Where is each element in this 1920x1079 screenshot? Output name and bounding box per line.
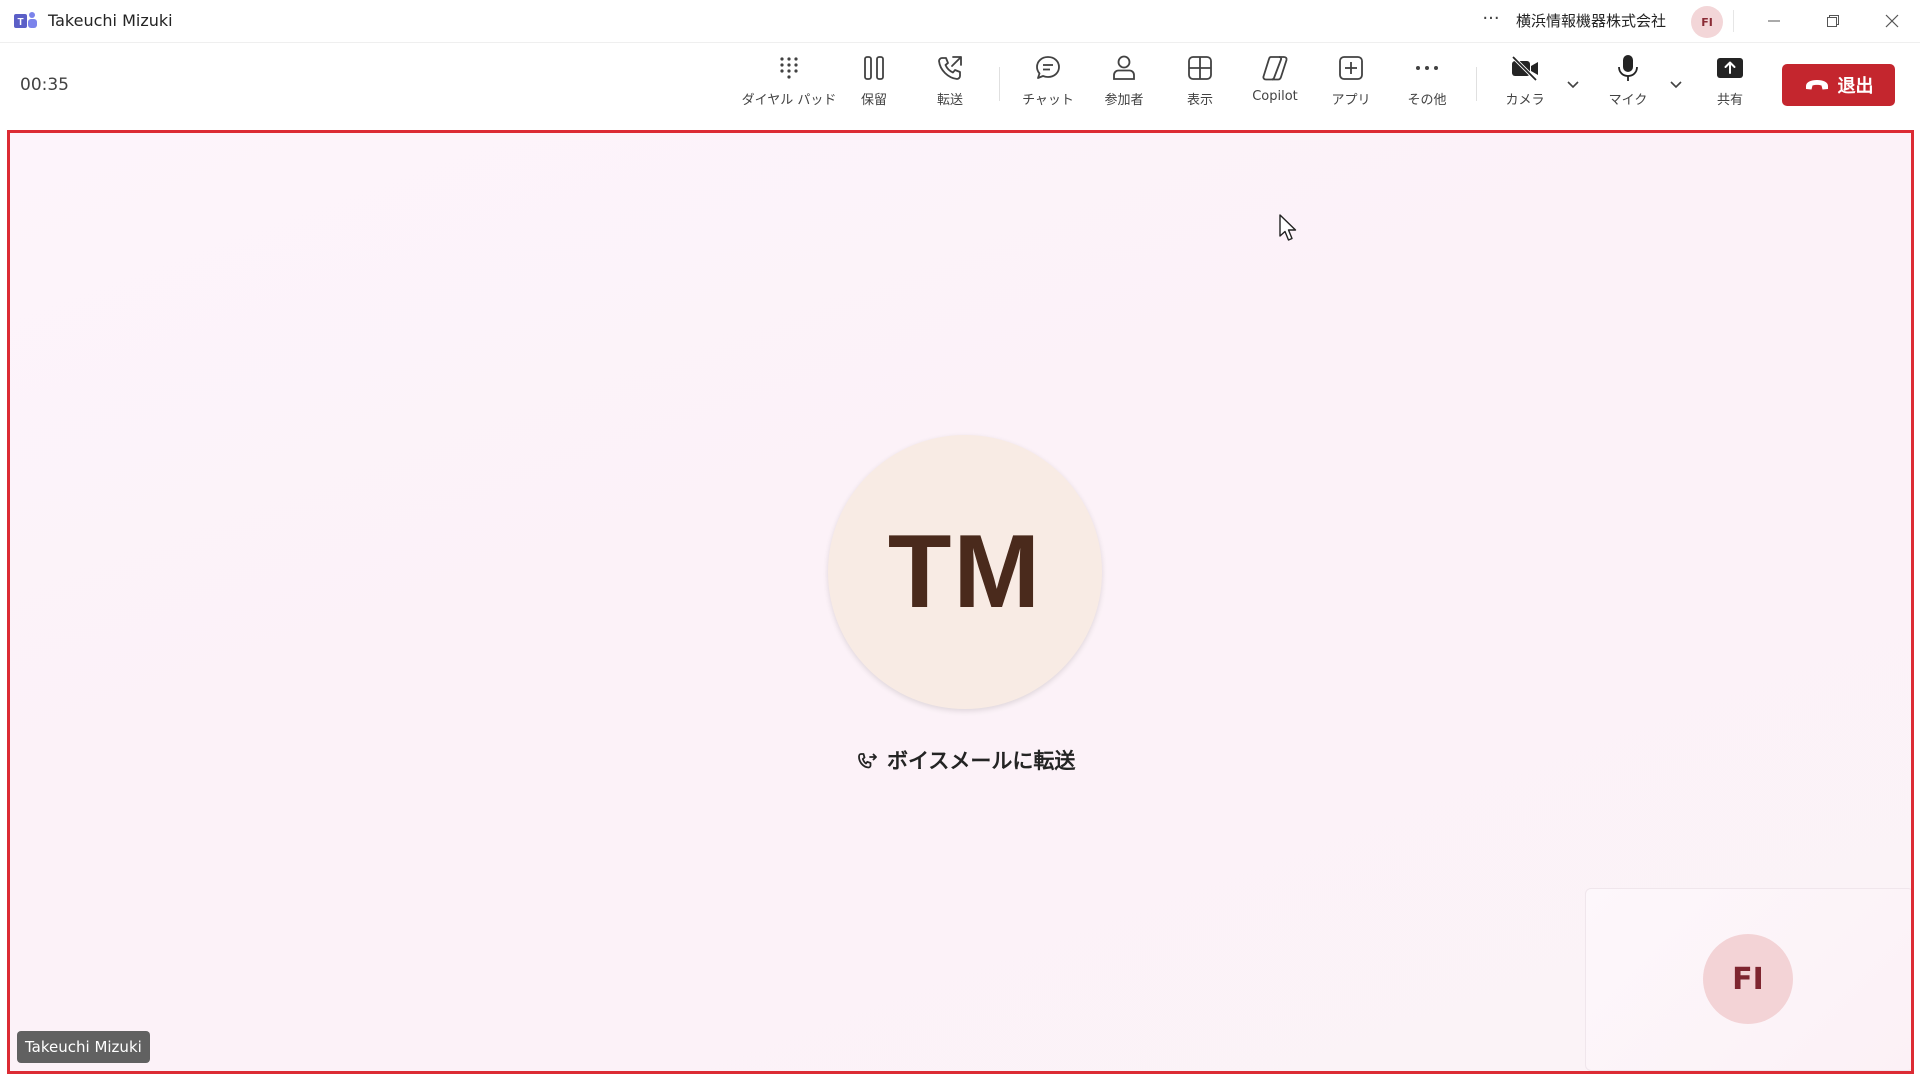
share-screen-icon [1717, 58, 1743, 78]
mouse-cursor-icon [1279, 214, 1297, 241]
person-icon [1113, 55, 1135, 80]
teams-logo-icon: T [14, 12, 37, 28]
copilot-icon [1262, 56, 1288, 81]
toolbar-divider [1476, 67, 1477, 101]
call-timer: 00:35 [20, 75, 69, 95]
user-avatar[interactable]: FI [1691, 6, 1723, 38]
chat-icon [1036, 56, 1060, 79]
title-divider [1733, 10, 1734, 32]
call-stage[interactable]: TM ボイスメールに転送 Takeuchi Mizuki FI [7, 130, 1914, 1074]
org-name[interactable]: 横浜情報機器株式会社 [1516, 10, 1666, 31]
minimize-button[interactable] [1754, 6, 1794, 36]
microphone-icon [1618, 55, 1638, 81]
more-button[interactable]: その他 [1384, 53, 1470, 119]
microphone-button[interactable]: マイク [1585, 53, 1671, 119]
camera-label: カメラ [1505, 93, 1545, 108]
chevron-down-icon [1670, 81, 1682, 89]
restore-button[interactable] [1813, 6, 1853, 36]
microphone-options-button[interactable] [1665, 71, 1687, 97]
call-status-text: ボイスメールに転送 [887, 749, 1076, 773]
participant-initials: TM [887, 513, 1043, 630]
more-label: その他 [1407, 93, 1447, 108]
title-more-icon[interactable]: ··· [1478, 8, 1504, 34]
leave-button[interactable]: 退出 [1782, 64, 1895, 106]
share-label: 共有 [1716, 93, 1743, 108]
copilot-label: Copilot [1252, 89, 1298, 104]
close-icon [1885, 14, 1899, 28]
chevron-down-icon [1567, 81, 1579, 89]
hold-label: 保留 [860, 93, 887, 108]
dialpad-button[interactable]: ダイヤル パッド [742, 53, 836, 119]
microphone-label: マイク [1608, 93, 1648, 108]
copilot-button[interactable]: Copilot [1232, 53, 1318, 119]
share-button[interactable]: 共有 [1687, 53, 1773, 119]
participants-button[interactable]: 参加者 [1081, 53, 1167, 119]
view-button[interactable]: 表示 [1157, 53, 1243, 119]
svg-text:T: T [17, 17, 23, 28]
add-app-icon [1339, 56, 1363, 80]
dialpad-label: ダイヤル パッド [741, 93, 837, 108]
phone-transfer-icon [938, 56, 962, 80]
participant-avatar: TM [828, 435, 1102, 709]
call-status: ボイスメールに転送 [857, 745, 1075, 775]
call-forward-icon [858, 753, 877, 769]
apps-button[interactable]: アプリ [1308, 53, 1394, 119]
leave-label: 退出 [1837, 76, 1874, 97]
transfer-button[interactable]: 転送 [907, 53, 993, 119]
pause-icon [864, 56, 884, 80]
apps-label: アプリ [1331, 93, 1371, 108]
close-button[interactable] [1872, 6, 1912, 36]
participant-name-tag: Takeuchi Mizuki [17, 1031, 150, 1063]
chat-label: チャット [1022, 93, 1074, 108]
transfer-label: 転送 [936, 93, 963, 108]
minimize-icon [1768, 20, 1780, 22]
chat-button[interactable]: チャット [1005, 53, 1091, 119]
self-video-tile[interactable]: FI [1585, 888, 1911, 1071]
hold-button[interactable]: 保留 [831, 53, 917, 119]
camera-button[interactable]: カメラ [1482, 53, 1568, 119]
camera-off-icon [1511, 55, 1538, 82]
hang-up-icon [1805, 80, 1828, 90]
participants-label: 参加者 [1104, 93, 1144, 108]
camera-options-button[interactable] [1562, 71, 1584, 97]
grid-icon [1188, 56, 1212, 80]
restore-icon [1827, 15, 1839, 27]
more-icon [1416, 66, 1438, 70]
self-avatar: FI [1703, 934, 1793, 1024]
view-label: 表示 [1186, 93, 1213, 108]
toolbar-divider [999, 67, 1000, 101]
window-title: Takeuchi Mizuki [48, 11, 173, 30]
call-toolbar: 00:35 ダイヤル パッド 保留 転送 チャット 参加者 表示 Copilot… [0, 42, 1920, 128]
dialpad-icon [780, 57, 798, 79]
title-bar: T Takeuchi Mizuki ··· 横浜情報機器株式会社 FI [0, 0, 1920, 42]
